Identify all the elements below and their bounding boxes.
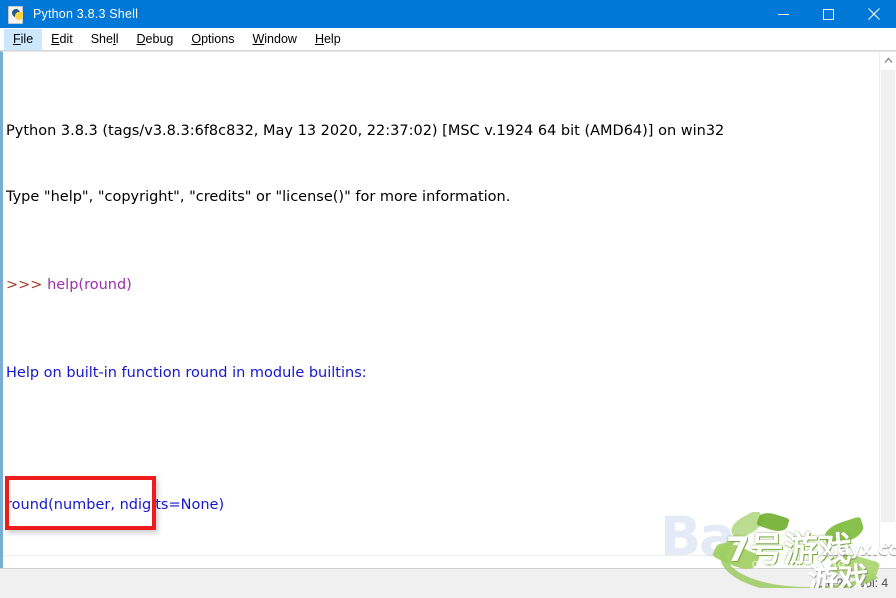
help-hint-line: Type "help", "copyright", "credits" or "… bbox=[6, 189, 511, 205]
menu-bar: File Edit Shell Debug Options Window Hel… bbox=[0, 28, 896, 51]
shell-line: Python 3.8.3 (tags/v3.8.3:6f8c832, May 1… bbox=[6, 120, 724, 142]
help-signature-line: round(number, ndigits=None) bbox=[6, 497, 225, 513]
menu-item-help-rest: elp bbox=[323, 31, 341, 46]
menu-item-window-rest: indow bbox=[264, 31, 297, 46]
shell-line: Help on built-in function round in modul… bbox=[6, 362, 724, 384]
version-banner-line: Python 3.8.3 (tags/v3.8.3:6f8c832, May 1… bbox=[6, 123, 725, 139]
menu-item-shell-rest: l bbox=[115, 31, 119, 46]
menu-item-help[interactable]: Help bbox=[306, 29, 350, 50]
close-button[interactable] bbox=[851, 0, 896, 28]
scroll-up-arrow-icon[interactable] bbox=[880, 52, 896, 69]
vertical-scrollbar[interactable] bbox=[879, 52, 896, 555]
minimize-button[interactable] bbox=[761, 0, 806, 28]
shell-text-frame: Python 3.8.3 (tags/v3.8.3:6f8c832, May 1… bbox=[0, 51, 896, 568]
python-idle-shell-window: Python 3.8.3 Shell File Edit Shell Debug… bbox=[0, 0, 896, 598]
menu-item-window[interactable]: Window bbox=[243, 29, 305, 50]
window-controls bbox=[761, 0, 896, 28]
help-header-line: Help on built-in function round in modul… bbox=[6, 365, 367, 381]
watermark-brand-text-2: 游戏 bbox=[808, 562, 868, 588]
site-watermark-logo: 7号游戏 QIHAOYOUXIWANG xiayx.com 游戏 bbox=[712, 512, 896, 588]
shell-line: round(number, ndigits=None) bbox=[6, 494, 724, 516]
menu-item-options-rest: ptions bbox=[201, 31, 235, 46]
menu-item-debug[interactable]: Debug bbox=[128, 29, 183, 50]
menu-item-debug-rest: ebug bbox=[145, 31, 174, 46]
title-bar: Python 3.8.3 Shell bbox=[0, 0, 896, 28]
command-help-round: help(round) bbox=[47, 277, 132, 293]
menu-item-shell[interactable]: Shell bbox=[82, 29, 128, 50]
vertical-scrollbar-thumb[interactable] bbox=[881, 70, 895, 522]
shell-text-area[interactable]: Python 3.8.3 (tags/v3.8.3:6f8c832, May 1… bbox=[3, 52, 879, 555]
menu-item-edit[interactable]: Edit bbox=[42, 29, 82, 50]
menu-item-edit-rest: dit bbox=[59, 31, 73, 46]
menu-item-options[interactable]: Options bbox=[182, 29, 243, 50]
window-title: Python 3.8.3 Shell bbox=[33, 7, 139, 21]
shell-line: Type "help", "copyright", "credits" or "… bbox=[6, 186, 724, 208]
prompt-marker: >>> bbox=[6, 277, 48, 293]
shell-line: >>> help(round) bbox=[6, 274, 724, 296]
menu-item-file-rest: ile bbox=[20, 31, 34, 46]
maximize-button[interactable] bbox=[806, 0, 851, 28]
menu-item-file[interactable]: File bbox=[4, 28, 43, 50]
python-logo-icon bbox=[7, 5, 25, 24]
shell-transcript: Python 3.8.3 (tags/v3.8.3:6f8c832, May 1… bbox=[6, 54, 724, 555]
